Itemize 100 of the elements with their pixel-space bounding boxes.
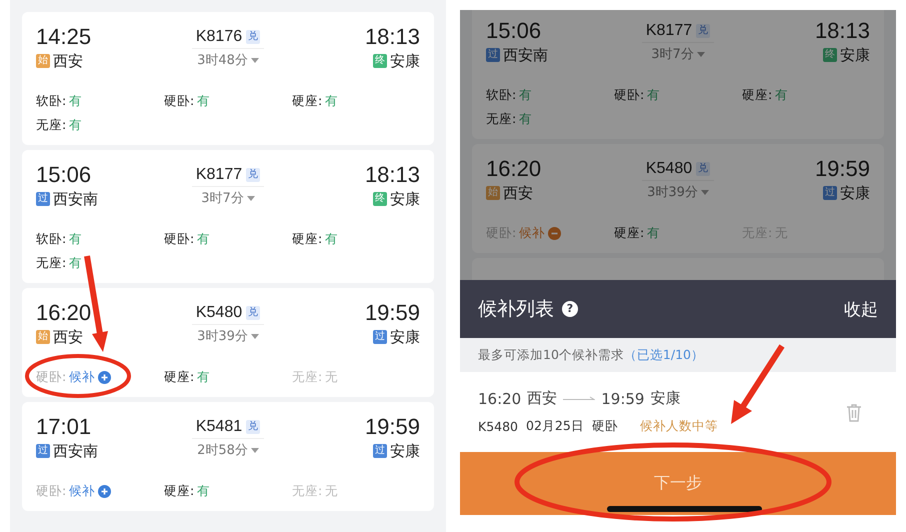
seat-status: 无 [325,482,338,500]
seat-type: 硬座: [164,368,194,386]
train-number: K5481 [196,418,242,436]
duration: 2时58分 [197,442,248,459]
seat-type: 硬座: [614,224,644,242]
notice-text: 最多可添加10个候补需求 [478,346,624,364]
seat-type: 无座: [36,254,66,272]
station-badge: 终 [823,48,837,62]
depart-station: 西安 [53,51,83,71]
train-number: K8176 [196,28,242,46]
minus-icon [548,226,562,240]
seat-status: 有 [69,116,82,134]
train-number: K5480 [196,304,242,322]
seat-type: 软卧: [486,86,516,104]
seat-type: 软卧: [36,92,66,110]
plus-icon[interactable] [98,484,112,498]
arrive-station: 安康 [840,183,870,203]
arrive-station: 安康 [390,189,420,209]
seat-status: 有 [325,230,338,248]
train-tag: 兑 [246,420,260,434]
train-card[interactable]: 15:06 过 西安南 K8177 兑 3时7分 18:13 终 安康 软卧: 有 硬卧: 有 硬座: 有 无座: 有 [22,150,434,283]
train-number: K5480 [478,419,518,434]
train-tag: 兑 [246,306,260,320]
caret-icon[interactable] [250,334,259,338]
train-number: K8177 [646,22,692,40]
caret-icon[interactable] [250,448,259,452]
seat-status: 有 [325,92,338,110]
station-badge: 过 [823,186,837,200]
sheet-title: 候补列表 [478,297,554,322]
caret-icon[interactable] [246,196,255,200]
seat-status: 有 [647,86,660,104]
seat-status: 无 [325,368,338,386]
seat-status: 有 [197,92,210,110]
train-card[interactable]: 17:01 过 西安南 K5481 兑 2时58分 19:59 过 安康 硬卧: 候补 硬座: 有 无座: 无 [22,402,434,511]
seat-type: 无座: [36,116,66,134]
arrive-station: 安康 [840,45,870,65]
seat-type: 硬卧: [164,230,194,248]
arrive-time: 18:13 [364,162,420,188]
seat-status: 有 [69,92,82,110]
seat-status: 有 [197,482,210,500]
depart-station: 西安南 [53,189,98,209]
depart-time: 15:06 [36,162,92,188]
arrive-station: 安康 [650,389,680,408]
train-card[interactable]: 16:20 始 西安 K5480 兑 3时39分 19:59 过 安康 硬卧: 候补 硬座: 有 无座: 无 [22,288,434,397]
caret-icon [700,190,709,194]
station-badge: 始 [36,330,50,344]
caret-icon[interactable] [250,58,259,62]
seat-type: 硬座: [292,230,322,248]
selected-count: （已选1/10） [624,346,704,364]
help-icon[interactable]: ? [562,301,578,317]
waitlist-status: 候补人数中等 [640,418,718,435]
station-badge: 终 [373,192,387,206]
collapse-link[interactable]: 收起 [844,298,878,320]
arrive-time: 19:59 [364,300,420,326]
duration: 3时48分 [197,52,248,69]
trash-icon[interactable] [846,402,862,422]
station-badge: 过 [36,444,50,458]
seat-status[interactable]: 候补 [69,365,96,389]
depart-time: 16:20 [486,156,542,182]
plus-icon[interactable] [98,370,112,384]
arrive-time: 19:59 [364,414,420,440]
station-badge: 终 [373,54,387,68]
depart-station: 西安南 [503,45,548,65]
seat-status: 有 [197,230,210,248]
seat-type: 硬座: [164,482,194,500]
station-badge: 过 [36,192,50,206]
seat-type: 软卧: [36,230,66,248]
depart-time: 15:06 [486,18,542,44]
station-badge: 过 [373,444,387,458]
station-badge: 始 [36,54,50,68]
station-badge: 过 [373,330,387,344]
depart-time: 17:01 [36,414,92,440]
seat-type: 无座: [486,110,516,128]
depart-time: 16:20 [478,390,522,408]
caret-icon [696,52,705,56]
duration: 3时39分 [197,328,248,345]
seat-type: 无座: [292,368,322,386]
train-number: K5480 [646,160,692,178]
station-badge: 始 [486,186,500,200]
depart-time: 16:20 [36,300,92,326]
train-tag: 兑 [696,162,710,176]
arrive-station: 安康 [390,327,420,347]
seat-status: 有 [197,368,210,386]
seat-type: 无座: [292,482,322,500]
duration: 3时7分 [651,46,694,63]
train-tag: 兑 [696,24,710,38]
seat-status: 候补 [519,224,546,242]
station-badge: 过 [486,48,500,62]
seat-type: 硬卧 [592,418,618,435]
seat-type: 硬卧: [36,482,66,500]
seat-status: 有 [69,254,82,272]
duration: 3时39分 [647,184,698,201]
travel-date: 02月25日 [526,418,584,435]
depart-station: 西安 [527,389,558,408]
train-tag: 兑 [246,30,260,44]
train-number: K8177 [196,166,242,184]
train-card[interactable]: 14:25 始 西安 K8176 兑 3时48分 18:13 终 安康 软卧: 有 硬卧: 有 硬座: 有 无座: 有 [22,12,434,145]
seat-type: 硬卧: [36,368,66,386]
train-tag: 兑 [246,168,260,182]
seat-status[interactable]: 候补 [69,479,96,503]
